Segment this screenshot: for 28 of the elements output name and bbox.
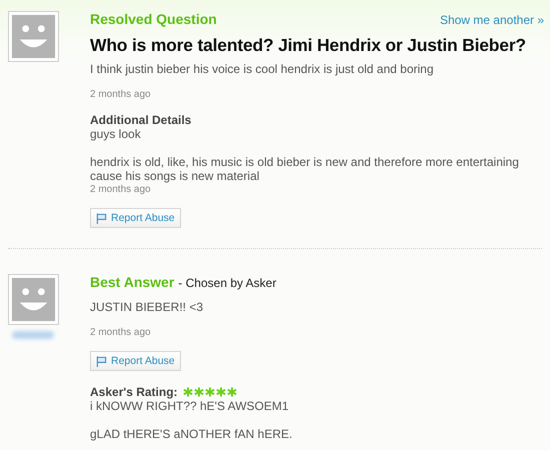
details-text: guys look [90, 127, 142, 141]
question-body: I think justin bieber his voice is cool hendrix is just old and boring [90, 62, 435, 76]
avatar-icon [8, 11, 59, 62]
report-abuse-button[interactable]: Report Abuse [90, 351, 181, 371]
rating-comment: gLAD tHERE'S aNOTHER fAN hERE. [90, 427, 294, 441]
show-another-link[interactable]: Show me another » [440, 13, 544, 27]
section-heading: Resolved Question [90, 11, 217, 27]
section-heading: Best Answer [90, 274, 174, 290]
details-heading: Additional Details [90, 113, 192, 127]
avatar-icon [8, 274, 59, 325]
star-icon [204, 387, 215, 397]
flag-icon [96, 212, 107, 224]
rating-label: Asker's Rating: [90, 385, 178, 399]
question-title: Who is more talented? Jimi Hendrix or Justin Bieber? [90, 35, 527, 56]
answer-body: JUSTIN BIEBER!! <3 [90, 300, 204, 314]
star-icon [182, 387, 193, 397]
chosen-label: - Chosen by Asker [178, 276, 276, 290]
timestamp: 2 months ago [90, 326, 152, 339]
flag-icon [96, 356, 107, 366]
star-icon [226, 387, 237, 397]
star-icon [216, 387, 226, 397]
rating-comment: i kNOWW RIGHT?? hE'S AWSOEM1 [90, 399, 290, 413]
timestamp: 2 months ago [90, 183, 152, 196]
timestamp: 2 months ago [90, 88, 152, 101]
star-icon [194, 387, 204, 397]
report-abuse-button[interactable]: Report Abuse [90, 208, 181, 228]
blurred-username [12, 331, 54, 339]
details-text: hendrix is old, like, his music is old bieber is new and therefore more entertaining cause his songs is new material [90, 155, 520, 183]
